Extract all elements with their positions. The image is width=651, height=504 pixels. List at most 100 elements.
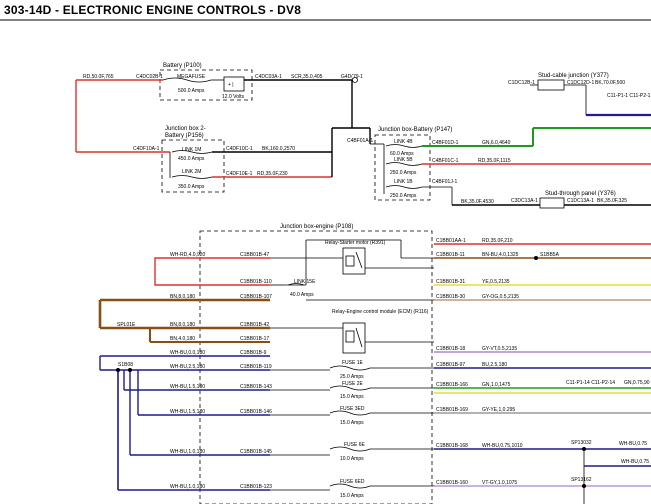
stud-panel-wire: BK,35.0F,325 xyxy=(597,198,627,204)
jbb-pin2: C4BF01C-1 xyxy=(432,158,459,164)
stud-cable-title: Stud-cable junction (Y377) xyxy=(538,73,609,79)
jb2-link1-rating: 450.0 Amps xyxy=(178,156,205,162)
jbb-title: Junction box-Battery (P147) xyxy=(378,127,452,133)
left-wire-label: WH-BU,1.0,180 xyxy=(170,449,205,455)
right-wire-label: GY-YE,1,0.295 xyxy=(482,407,515,413)
right-pin-label: C1BB01B-31 xyxy=(436,279,465,285)
jb2-title2: Battery (P156) xyxy=(165,133,204,139)
right-wire-label: YE,0.5,2135 xyxy=(482,279,510,285)
splice-dot-3 xyxy=(534,256,538,260)
battery-voltage: 12.0 Volts xyxy=(222,94,244,100)
left-wire-label: WH-BU,1.5,180 xyxy=(170,384,205,390)
splice-dot-2 xyxy=(128,368,132,372)
fuse1e-label: FUSE 1E xyxy=(342,360,364,366)
fuse6ed-label: FUSE 6ED xyxy=(340,479,365,485)
jbe-box xyxy=(199,230,433,504)
splice-sp13162: SP13162 xyxy=(571,477,592,483)
battery-wire-in: RD,50.0F,765 xyxy=(83,74,114,80)
splice-dot-4 xyxy=(582,447,586,451)
jbb-link3-symbol xyxy=(385,185,423,189)
left-pin-label: C1BB01B-145 xyxy=(240,449,272,455)
splice-dot-1 xyxy=(116,368,120,372)
jb2-link2-symbol xyxy=(171,175,213,179)
wiring-diagram: Battery (P100) RD,50.0F,765 C4DC02B-1 ME… xyxy=(0,19,651,504)
link15e-label: LINK 15E xyxy=(294,279,316,285)
far-right-gn: GN,0.75,90 xyxy=(624,380,650,386)
left-pin-label: C1BB01B-119 xyxy=(240,364,272,370)
fuse6ed-rating: 15.0 Amps xyxy=(340,493,364,499)
left-wire-label: WH-BU,2.5,180 xyxy=(170,364,205,370)
right-wire-label: BN-BU,4.0,1325 xyxy=(482,252,519,258)
left-wire-label: WH-RD,4.0,920 xyxy=(170,252,206,258)
right-pin-label: C1BB01B-160 xyxy=(436,480,468,486)
far-right-wh: WH-BU,0.75 xyxy=(619,441,647,447)
jb2-link2: LINK 2M xyxy=(182,169,201,175)
right-wire-label: GY-OG,0.5,2135 xyxy=(482,294,519,300)
jbb-link2-rating: 250.0 Amps xyxy=(390,170,417,176)
right-wire-label: GN,1.0,1475 xyxy=(482,382,511,388)
splice-spl01e: SPL01E xyxy=(117,322,136,328)
fuse1e-rating: 25.0 Amps xyxy=(340,374,364,380)
stud-panel-pin-a: C3DC13A-1 xyxy=(511,198,538,204)
link15e-rating: 40.0 Amps xyxy=(290,292,314,298)
far-right-wh2: WH-BU,0.75 xyxy=(621,459,649,465)
left-wire-label: WH-BU,1.5,180 xyxy=(170,409,205,415)
left-pin-label: C1BB01B-47 xyxy=(240,252,269,258)
right-wire-label: RD,35.0F,210 xyxy=(482,238,513,244)
left-pin-label: C1BB01B-146 xyxy=(240,409,272,415)
fuse3ed-label: FUSE 3ED xyxy=(340,406,365,412)
right-wire-label: BU,2.5,180 xyxy=(482,362,507,368)
jb2-pin1: C4DF10C-1 xyxy=(226,146,253,152)
stud-panel-title: Stud-through panel (Y376) xyxy=(545,191,616,197)
battery-title: Battery (P100) xyxy=(163,63,202,69)
jbb-link3: LINK 1B xyxy=(394,179,413,185)
splice-s1bb5a: S1BB5A xyxy=(540,252,560,258)
battery-pin-in: C4DC02B-1 xyxy=(136,74,163,80)
right-wire-label: VT-GY,1.0,1075 xyxy=(482,480,517,486)
battery-fuse: MEGAFUSE xyxy=(177,74,206,80)
jb2-wire2: RD,35.0F,230 xyxy=(257,171,288,177)
relay2-coil xyxy=(345,330,355,343)
left-pin-label: C1BB01B-9 xyxy=(240,350,267,356)
fuse2e-label: FUSE 2E xyxy=(342,381,364,387)
right-wire-label: WH-BU,0.75,1010 xyxy=(482,443,523,449)
relay1-coil xyxy=(345,255,355,267)
battery-cell xyxy=(223,76,245,92)
jbb-link3-rating: 250.0 Amps xyxy=(390,193,417,199)
relay2-title: Relay-Engine control module (ECM) (R116) xyxy=(332,309,429,315)
stud-panel-pin-b: C1DC13A-1 xyxy=(567,198,594,204)
fuse6e-label: FUSE 6E xyxy=(344,442,366,448)
fuse6e-rating: 10.0 Amps xyxy=(340,456,364,462)
stud-panel-block xyxy=(539,197,565,209)
right-pin-label: C1BB01B-97 xyxy=(436,362,465,368)
fuse-row: FUSE 1E 25.0 Amps FUSE 2E 15.0 Amps FUSE… xyxy=(329,360,371,499)
stud-cable-pin-c: C11-P1-1 C11-P2-1 xyxy=(607,93,651,99)
fuse1e-symbol xyxy=(329,365,371,371)
stud-cable-wire: BK,70.0F,500 xyxy=(595,80,625,86)
battery-wire-out: SCR,35.0,405 xyxy=(291,74,323,80)
splice-dot-5 xyxy=(582,484,586,488)
jb2-title: Junction box 2- xyxy=(165,126,206,132)
battery-ground: G4D(79-1 xyxy=(341,74,363,80)
fuse2e-rating: 15.0 Amps xyxy=(340,394,364,400)
jbe-title: Junction box-engine (P108) xyxy=(280,224,353,230)
jbb-wire3: BK,35.0F,4530 xyxy=(461,199,494,205)
fuse3ed-rating: 15.0 Amps xyxy=(340,420,364,426)
right-pin-label: C1BB01B-30 xyxy=(436,294,465,300)
jbb-link2: LINK 5B xyxy=(394,157,413,163)
left-pin-label: C1BB01B-143 xyxy=(240,384,272,390)
jbb-wire2: RD,35.0F,1115 xyxy=(478,158,511,164)
jb2-wire1: BK,160.0,2570 xyxy=(262,146,295,152)
left-wire-label: WH-BU,1.0,180 xyxy=(170,484,205,490)
right-pin-label: C1BB01B-168 xyxy=(436,443,468,449)
right-pin-label: C1BB01B-169 xyxy=(436,407,468,413)
battery-pin-out: C4DC03A-1 xyxy=(255,74,282,80)
right-pin-label: C1BB01B-166 xyxy=(436,382,468,388)
relay1-title: Relay-Starter motor (R391) xyxy=(325,240,386,246)
battery-rating: 500.0 Amps xyxy=(178,88,205,94)
battery-cell-sign: + | xyxy=(228,82,234,88)
stud-cable-block xyxy=(537,79,565,91)
far-right-c11: C11-P1-14 C11-P2-14 xyxy=(566,380,615,386)
right-pin-label: C1BB01AA-1 xyxy=(436,238,466,244)
jbb-link1: LINK 4B xyxy=(394,139,413,145)
